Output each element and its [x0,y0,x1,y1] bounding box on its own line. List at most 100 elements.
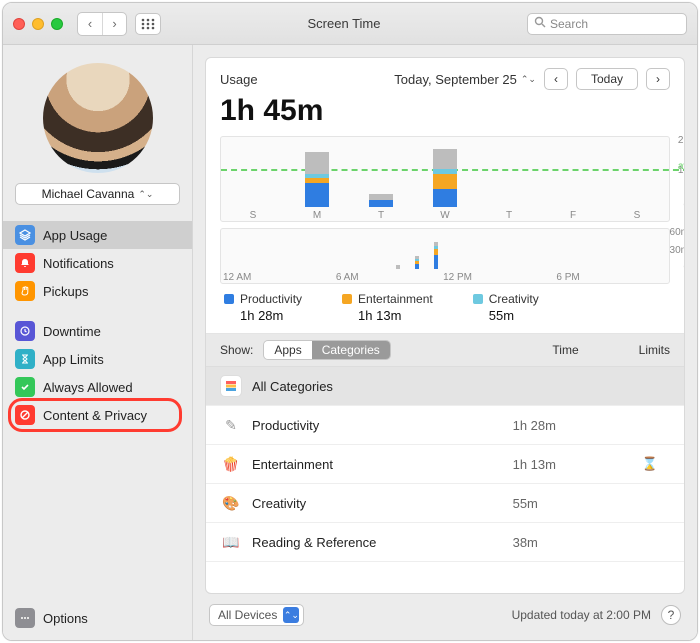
tab-apps[interactable]: Apps [264,341,311,359]
sidebar-item-always-allowed[interactable]: Always Allowed [3,373,192,401]
sidebar-item-app-usage[interactable]: App Usage [3,221,192,249]
search-icon [534,16,546,31]
sidebar-item-label: Content & Privacy [43,408,147,423]
zoom-icon[interactable] [51,18,63,30]
hour-label: 12 PM [443,272,472,283]
table-row[interactable]: 🎨 Creativity 55m [206,484,684,523]
day-label: M [285,210,349,221]
legend-value: 1h 13m [342,308,433,323]
swatch-icon [224,294,234,304]
table-row[interactable]: 🍿 Entertainment 1h 13m ⌛ [206,445,684,484]
day-label: F [541,210,605,221]
y-tick: 0 [683,262,685,273]
chevron-updown-icon: ⌃⌄ [521,74,536,85]
nav-back-forward: ‹ › [77,12,127,36]
show-label: Show: [220,343,253,357]
sidebar-item-pickups[interactable]: Pickups [3,277,192,305]
tab-categories[interactable]: Categories [312,341,390,359]
titlebar: ‹ › Screen Time Search [3,3,697,45]
options-label: Options [43,611,88,626]
hand-icon [15,281,35,301]
row-name: Productivity [252,418,503,433]
updated-text: Updated today at 2:00 PM [512,608,651,622]
legend-value: 1h 28m [224,308,302,323]
row-time: 1h 13m [513,457,620,472]
filter-bar: Show: Apps Categories Time Limits [206,334,684,367]
category-list: All Categories ✎ Productivity 1h 28m 🍿 E… [206,367,684,593]
legend-label: Creativity [489,292,539,306]
avg-label: avg [678,161,685,172]
row-time: 55m [513,496,620,511]
swatch-icon [342,294,352,304]
no-entry-icon [15,405,35,425]
next-button[interactable]: › [646,68,670,90]
footer: All Devices ⌃⌄ Updated today at 2:00 PM … [205,594,685,628]
day-label: T [477,210,541,221]
sidebar-section-usage: App Usage Notifications Pickups [3,215,192,311]
options-button[interactable]: Options [3,602,192,634]
productivity-icon: ✎ [220,414,242,436]
col-limits: Limits [639,343,670,357]
chart-area: 2h 1h 0 avg [206,134,684,334]
body: Michael Cavanna ⌃⌄ App Usage Notificatio… [3,45,697,640]
avatar[interactable] [43,63,153,173]
window-controls [13,18,63,30]
reading-icon: 📖 [220,531,242,553]
usage-label: Usage [220,72,258,87]
date-selector[interactable]: Today, September 25 ⌃⌄ [394,72,536,87]
screen-time-window: ‹ › Screen Time Search Michael Cavanna ⌃… [2,2,698,641]
sidebar-item-app-limits[interactable]: App Limits [3,345,192,373]
swatch-icon [473,294,483,304]
sidebar-item-downtime[interactable]: Downtime [3,317,192,345]
chevron-updown-icon: ⌃⌄ [283,607,299,623]
sidebar-item-content-privacy[interactable]: Content & Privacy [3,401,192,429]
table-row[interactable]: 📖 Reading & Reference 38m [206,523,684,562]
chart-legend: Productivity 1h 28m Entertainment 1h 13m… [220,284,670,323]
today-button[interactable]: Today [576,68,638,90]
sidebar-item-label: Downtime [43,324,101,339]
y-tick: 2h [678,135,685,146]
show-all-prefs-button[interactable] [135,13,161,35]
sidebar-item-notifications[interactable]: Notifications [3,249,192,277]
day-chart[interactable]: 60m 30m 0 [220,228,670,284]
forward-button[interactable]: › [102,13,126,35]
legend-label: Entertainment [358,292,433,306]
week-chart[interactable]: 2h 1h 0 avg [220,136,670,222]
hourglass-icon [15,349,35,369]
hour-label: 6 PM [556,272,579,283]
close-icon[interactable] [13,18,25,30]
user-name: Michael Cavanna [42,187,135,201]
row-name: Entertainment [252,457,503,472]
legend-label: Productivity [240,292,302,306]
day-label: S [605,210,669,221]
chevron-updown-icon: ⌃⌄ [138,189,153,200]
legend-value: 55m [473,308,539,323]
back-button[interactable]: ‹ [78,13,102,35]
total-time: 1h 45m [206,94,684,134]
main-content: Usage Today, September 25 ⌃⌄ ‹ Today › 1… [193,45,697,640]
user-select[interactable]: Michael Cavanna ⌃⌄ [15,183,180,205]
device-select[interactable]: All Devices ⌃⌄ [209,604,304,626]
minimize-icon[interactable] [32,18,44,30]
row-limit-hourglass-icon: ⌛ [630,456,670,472]
row-time: 38m [513,535,620,550]
sidebar-item-label: Always Allowed [43,380,133,395]
day-label: T [349,210,413,221]
sidebar-item-label: App Limits [43,352,104,367]
legend-item-creativity: Creativity 55m [473,292,539,323]
y-tick: 30m [670,245,685,256]
search-field[interactable]: Search [527,13,687,35]
prev-button[interactable]: ‹ [544,68,568,90]
sidebar-item-label: Pickups [43,284,89,299]
usage-panel: Usage Today, September 25 ⌃⌄ ‹ Today › 1… [205,57,685,594]
show-toggle: Apps Categories [263,340,390,360]
sidebar-item-label: Notifications [43,256,114,271]
help-button[interactable]: ? [661,605,681,625]
stack-icon [220,375,242,397]
row-all-categories[interactable]: All Categories [206,367,684,406]
hour-label: 12 AM [223,272,251,283]
device-label: All Devices [218,608,277,622]
ellipsis-icon [15,608,35,628]
table-row[interactable]: ✎ Productivity 1h 28m [206,406,684,445]
legend-item-entertainment: Entertainment 1h 13m [342,292,433,323]
